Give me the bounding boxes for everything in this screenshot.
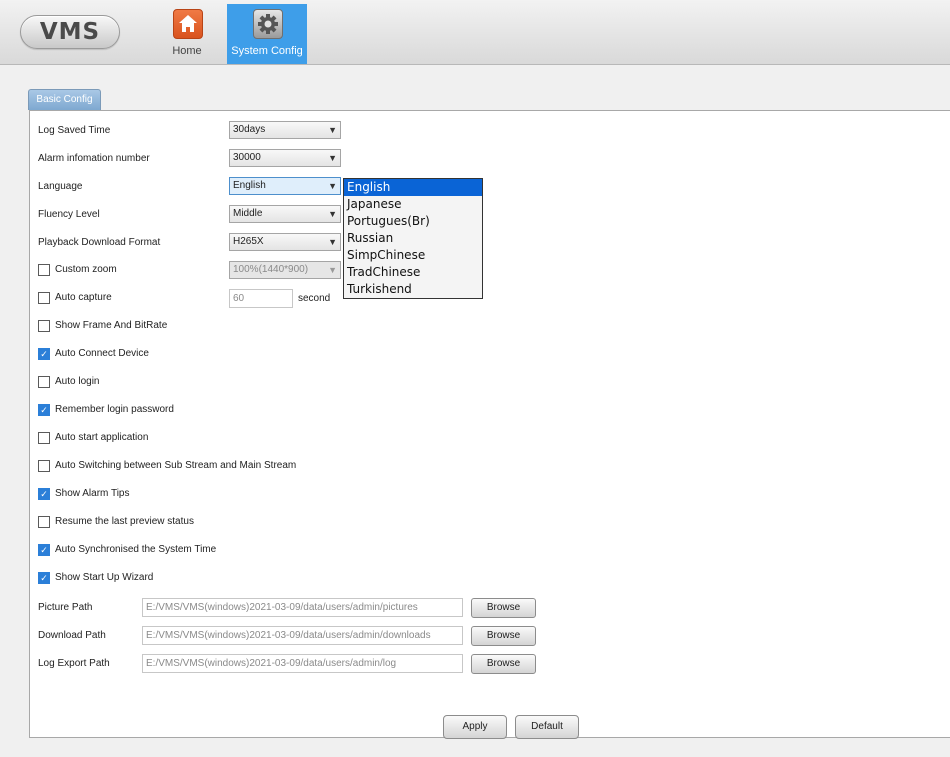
alarm-info-number-select[interactable]: 30000 ▼ [229,149,341,167]
checkbox-label: Resume the last preview status [55,516,194,527]
option-checkbox[interactable] [38,516,50,528]
default-button[interactable]: Default [515,715,579,739]
download-path-label: Download Path [38,630,106,641]
language-option[interactable]: Japanese [344,196,482,213]
log-export-path-browse-button[interactable]: Browse [471,654,536,674]
nav-home-label: Home [172,45,202,57]
checkbox-label: Show Alarm Tips [55,488,130,499]
playback-format-label: Playback Download Format [38,237,161,248]
option-checkbox[interactable]: ✓ [38,488,50,500]
fluency-level-label: Fluency Level [38,209,100,220]
fluency-level-select[interactable]: Middle ▼ [229,205,341,223]
fluency-level-value: Middle [233,208,263,219]
option-checkbox[interactable] [38,376,50,388]
playback-format-value: H265X [233,236,264,247]
language-label: Language [38,181,83,192]
checkbox-label: Auto Switching between Sub Stream and Ma… [55,460,297,471]
dropdown-arrow-icon: ▼ [328,125,337,135]
auto-capture-label: Auto capture [55,292,112,303]
checkbox-label: Auto Synchronised the System Time [55,544,217,555]
picture-path-label: Picture Path [38,602,93,613]
option-checkbox[interactable] [38,432,50,444]
language-select[interactable]: English ▼ [229,177,341,195]
language-option[interactable]: Turkishend [344,281,482,298]
language-option[interactable]: SimpChinese [344,247,482,264]
option-checkbox[interactable] [38,320,50,332]
custom-zoom-label: Custom zoom [55,264,117,275]
custom-zoom-checkbox[interactable] [38,264,50,276]
option-checkbox[interactable] [38,460,50,472]
custom-zoom-value: 100%(1440*900) [233,264,309,275]
log-saved-time-value: 30days [233,124,266,135]
nav-system-config[interactable]: System Config [227,4,307,64]
option-checkbox[interactable]: ✓ [38,404,50,416]
auto-capture-interval-input: 60 [229,289,293,308]
language-option[interactable]: TradChinese [344,264,482,281]
log-saved-time-label: Log Saved Time [38,125,111,136]
apply-button[interactable]: Apply [443,715,507,739]
picture-path-browse-button[interactable]: Browse [471,598,536,618]
dropdown-arrow-icon: ▼ [328,181,337,191]
dropdown-arrow-icon: ▼ [328,209,337,219]
picture-path-input: E:/VMS/VMS(windows)2021-03-09/data/users… [142,598,463,617]
option-checkbox[interactable]: ✓ [38,544,50,556]
log-export-path-label: Log Export Path [38,658,110,669]
option-checkbox[interactable]: ✓ [38,572,50,584]
language-option[interactable]: English [344,179,482,196]
auto-capture-unit: second [298,293,331,304]
log-saved-time-select[interactable]: 30days ▼ [229,121,341,139]
checkbox-label: Auto login [55,376,100,387]
option-checkbox[interactable]: ✓ [38,348,50,360]
language-option[interactable]: Portugues(Br) [344,213,482,230]
language-dropdown-list: English Japanese Portugues(Br) Russian SimpC… [343,178,483,299]
auto-capture-checkbox[interactable] [38,292,50,304]
vms-logo: VMS [20,15,120,49]
log-export-path-input: E:/VMS/VMS(windows)2021-03-09/data/users… [142,654,463,673]
nav-system-config-label: System Config [231,45,303,57]
checkbox-label: Remember login password [55,404,174,415]
gear-icon [253,9,283,39]
download-path-browse-button[interactable]: Browse [471,626,536,646]
custom-zoom-select: 100%(1440*900) ▼ [229,261,341,279]
nav-home[interactable]: Home [147,4,227,64]
alarm-info-number-value: 30000 [233,152,261,163]
checkbox-label: Auto start application [55,432,149,443]
download-path-input: E:/VMS/VMS(windows)2021-03-09/data/users… [142,626,463,645]
language-option[interactable]: Russian [344,230,482,247]
language-value: English [233,180,266,191]
home-icon [173,9,203,39]
checkbox-label: Auto Connect Device [55,348,149,359]
checkbox-label: Show Start Up Wizard [55,572,154,583]
dropdown-arrow-icon: ▼ [328,153,337,163]
alarm-info-number-label: Alarm infomation number [38,153,150,164]
tab-basic-config[interactable]: Basic Config [28,89,101,110]
dropdown-arrow-icon: ▼ [328,265,337,275]
dropdown-arrow-icon: ▼ [328,237,337,247]
playback-format-select[interactable]: H265X ▼ [229,233,341,251]
top-header: VMS Home System Config [0,0,950,65]
checkbox-label: Show Frame And BitRate [55,320,168,331]
